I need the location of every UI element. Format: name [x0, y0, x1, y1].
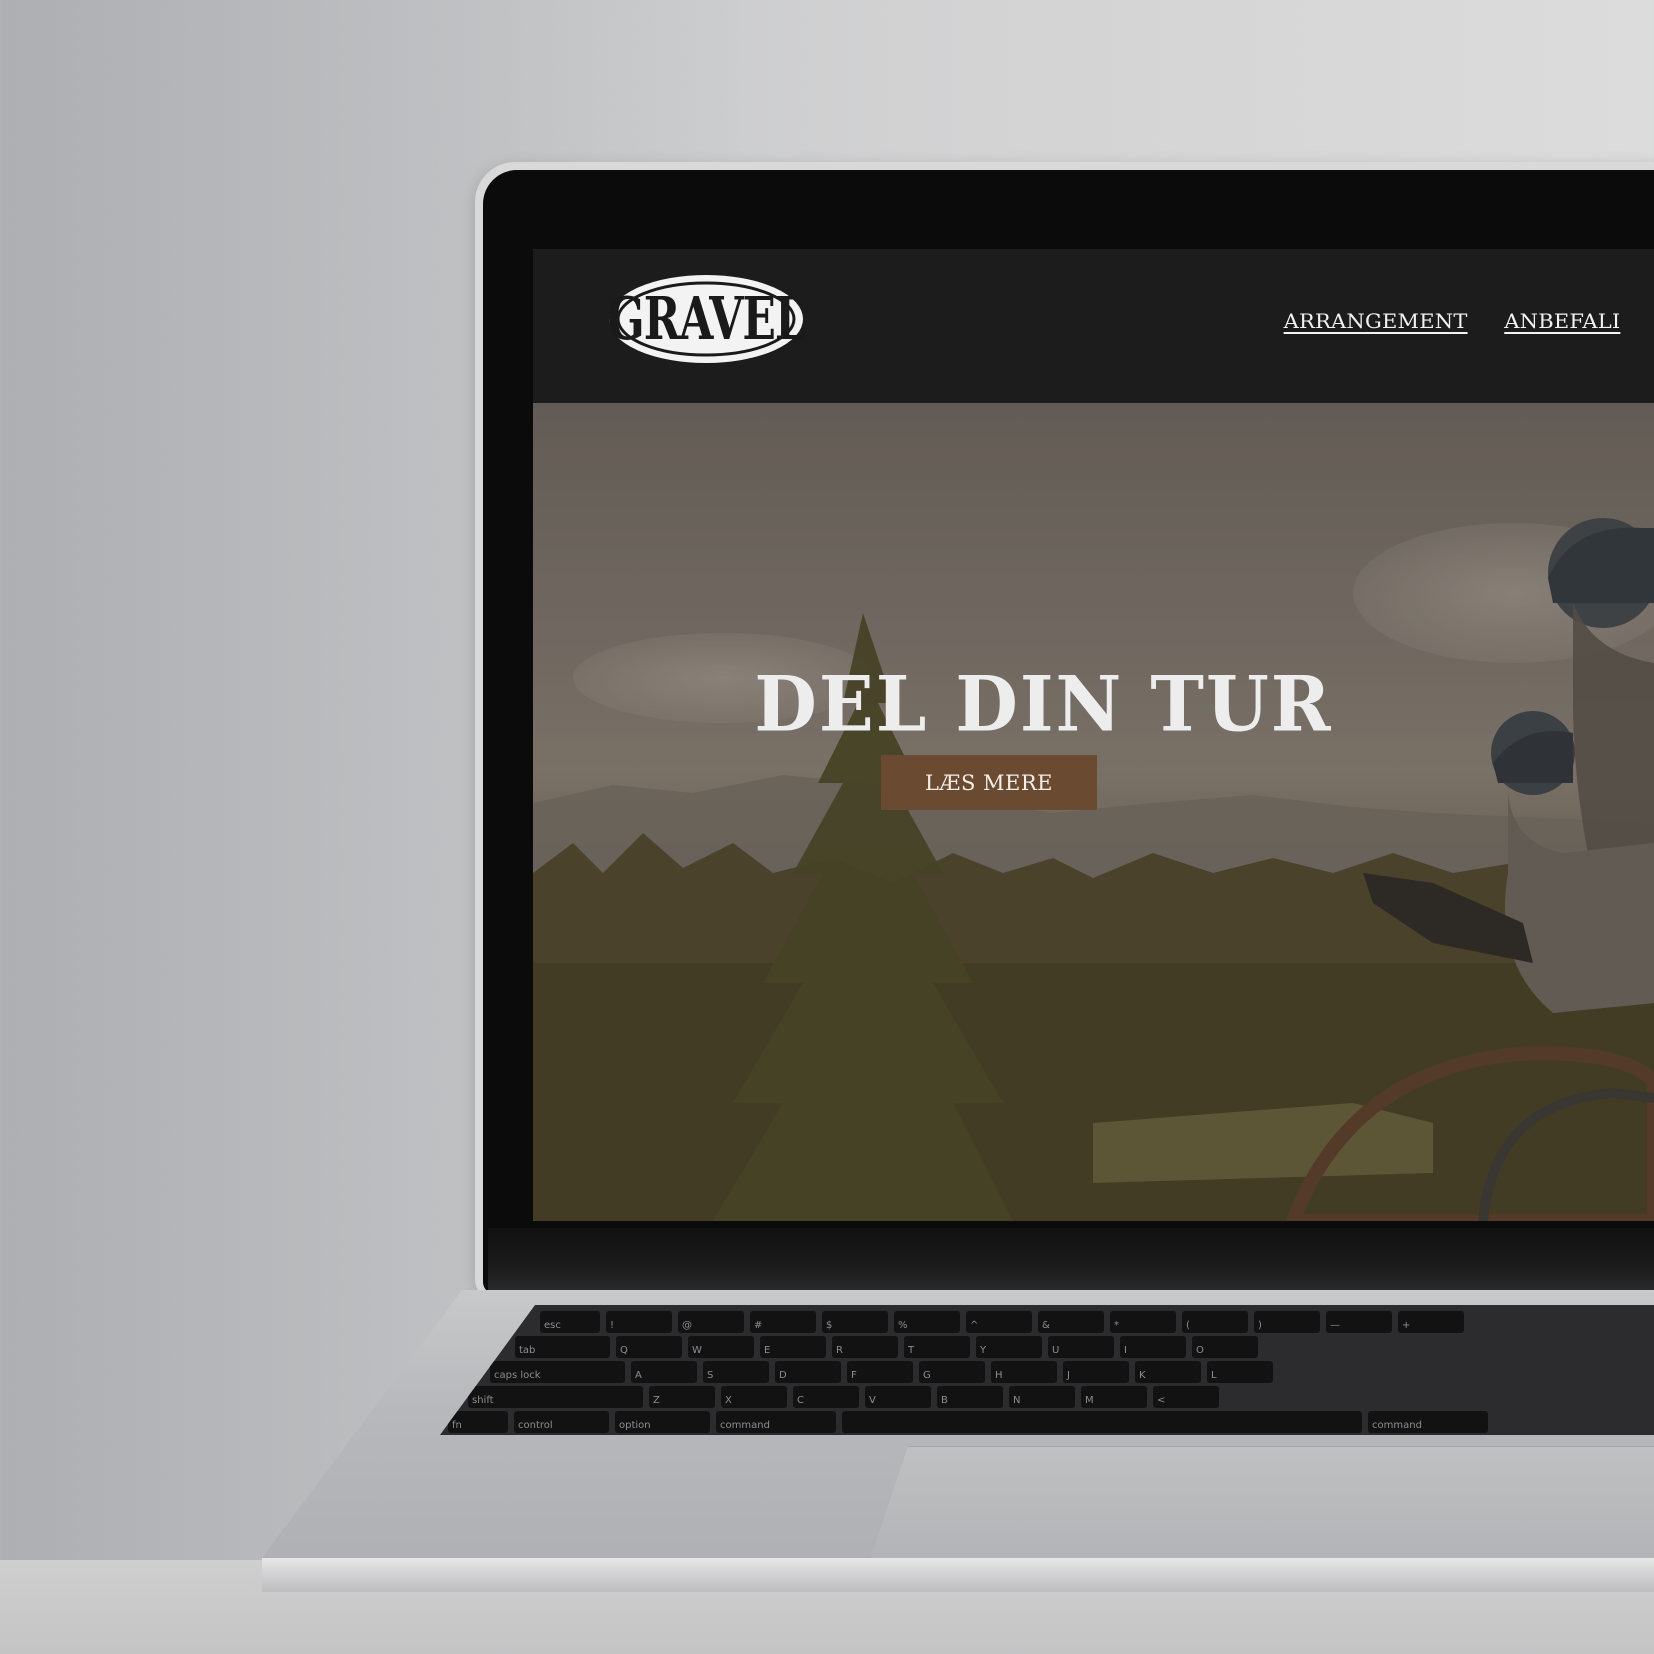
key: X — [721, 1386, 787, 1408]
key: ( — [1182, 1311, 1248, 1333]
key: # — [750, 1311, 816, 1333]
hero-overlay — [533, 403, 1654, 1221]
key: L — [1207, 1361, 1273, 1383]
keyboard-row: esc ! @ # $ % ^ & * ( ) — + — [540, 1311, 1464, 1333]
key: < — [1153, 1386, 1219, 1408]
keyboard-row: shift Z X C V B N M < — [468, 1386, 1219, 1408]
key: U — [1048, 1336, 1114, 1358]
keyboard: esc ! @ # $ % ^ & * ( ) — + tab Q W E R … — [440, 1305, 1654, 1435]
hero-section: DEL DIN TUR LÆS MERE — [533, 403, 1654, 1221]
key: Y — [976, 1336, 1042, 1358]
laptop-bezel-bottom — [488, 1228, 1654, 1290]
key: K — [1135, 1361, 1201, 1383]
key: T — [904, 1336, 970, 1358]
key: control — [514, 1411, 609, 1433]
key: % — [894, 1311, 960, 1333]
key: esc — [540, 1311, 600, 1333]
key: caps lock — [490, 1361, 625, 1383]
key: command — [1368, 1411, 1488, 1433]
key: C — [793, 1386, 859, 1408]
key: S — [703, 1361, 769, 1383]
nav-item-anbefalinger[interactable]: ANBEFALI — [1504, 309, 1620, 333]
key: ^ — [966, 1311, 1032, 1333]
laptop-screen: GRAVEL ARRANGEMENT ANBEFALI DEL DIN TUR … — [533, 249, 1654, 1221]
key: R — [832, 1336, 898, 1358]
key: shift — [468, 1386, 643, 1408]
key: option — [615, 1411, 710, 1433]
key: M — [1081, 1386, 1147, 1408]
key: * — [1110, 1311, 1176, 1333]
key: A — [631, 1361, 697, 1383]
key: V — [865, 1386, 931, 1408]
key: B — [937, 1386, 1003, 1408]
keyboard-row: tab Q W E R T Y U I O — [515, 1336, 1258, 1358]
key: Q — [616, 1336, 682, 1358]
key: ) — [1254, 1311, 1320, 1333]
gravel-logo[interactable]: GRAVEL — [607, 273, 806, 365]
key: F — [847, 1361, 913, 1383]
key: I — [1120, 1336, 1186, 1358]
spacebar — [842, 1411, 1362, 1433]
logo-text: GRAVEL — [607, 284, 806, 354]
site-header: GRAVEL ARRANGEMENT ANBEFALI — [533, 249, 1654, 403]
keyboard-row: fn control option command command — [448, 1411, 1488, 1433]
key: + — [1398, 1311, 1464, 1333]
read-more-button[interactable]: LÆS MERE — [881, 755, 1097, 810]
key: W — [688, 1336, 754, 1358]
key: D — [775, 1361, 841, 1383]
key: H — [991, 1361, 1057, 1383]
key: $ — [822, 1311, 888, 1333]
key: O — [1192, 1336, 1258, 1358]
key: fn — [448, 1411, 508, 1433]
laptop-front-edge — [262, 1558, 1654, 1592]
key: — — [1326, 1311, 1392, 1333]
key: E — [760, 1336, 826, 1358]
keyboard-row: caps lock A S D F G H J K L — [490, 1361, 1273, 1383]
key: J — [1063, 1361, 1129, 1383]
trackpad — [868, 1446, 1654, 1566]
key: tab — [515, 1336, 610, 1358]
key: N — [1009, 1386, 1075, 1408]
hero-title: DEL DIN TUR — [754, 659, 1333, 749]
key: ! — [606, 1311, 672, 1333]
key: command — [716, 1411, 836, 1433]
key: @ — [678, 1311, 744, 1333]
main-nav: ARRANGEMENT ANBEFALI — [1284, 309, 1621, 333]
key: G — [919, 1361, 985, 1383]
key: Z — [649, 1386, 715, 1408]
nav-item-arrangement[interactable]: ARRANGEMENT — [1284, 309, 1468, 333]
key: & — [1038, 1311, 1104, 1333]
